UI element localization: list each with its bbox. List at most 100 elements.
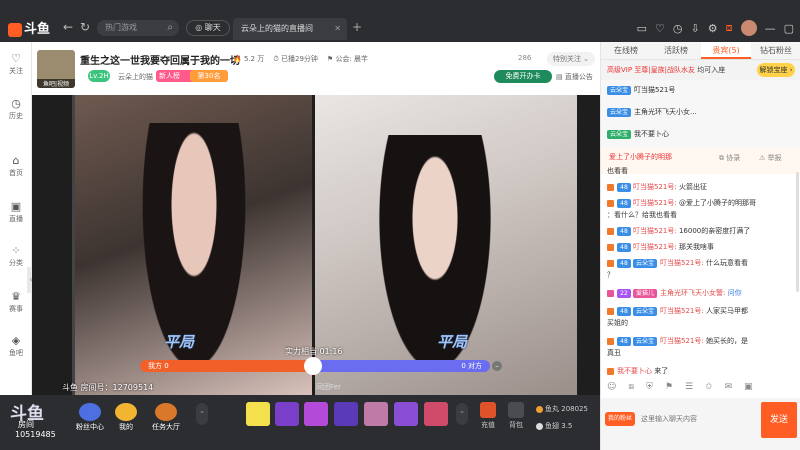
rail-item-category[interactable]: ⁘ 分类: [0, 244, 32, 268]
gift-item[interactable]: [424, 402, 448, 426]
video-player[interactable]: 平局 平局 实力相当 01:16 我方 0 0 对方 – 同团Fer 斗鱼 房间…: [32, 95, 600, 395]
download-icon[interactable]: ⇩: [691, 22, 700, 35]
tab-vip[interactable]: 贵宾(5): [701, 42, 751, 59]
tab-online-rank[interactable]: 在线榜: [601, 42, 651, 59]
report-button[interactable]: ⚠ 举报: [759, 153, 782, 163]
vip-seat-row[interactable]: 云朵宝 叮当猫521号: [607, 85, 675, 95]
message-icon[interactable]: ▭: [637, 22, 647, 35]
streamer-avatar[interactable]: 鱼吧|视频: [37, 50, 75, 88]
streamer-name[interactable]: 云朵上的猫: [118, 72, 153, 82]
pk-opponent-side: 0 对方: [315, 360, 490, 372]
opponent-name[interactable]: 同团Fer: [316, 382, 341, 392]
chat-message: 48 叮当猫521号: 那关我啥事: [607, 242, 791, 253]
home-icon: ⌂: [12, 154, 20, 167]
gift-icon[interactable]: ⧈: [726, 21, 733, 35]
recharge-button[interactable]: 充值: [476, 402, 500, 430]
hot-value: 🔥 5.2 万: [233, 55, 265, 63]
watermark-room-label: 房间: [18, 420, 34, 429]
free-broadcast-button[interactable]: 免费开办卡: [494, 70, 552, 83]
pk-center-icon: [304, 357, 322, 375]
rail-item-live[interactable]: ▣ 直播: [0, 200, 32, 224]
refresh-icon[interactable]: ↻: [80, 20, 90, 34]
right-panel: 在线榜 活跃榜 贵宾(5) 钻石粉丝 高级VIP 至尊|皇族|战队水友 均可入座…: [600, 42, 800, 450]
rail-item-follow[interactable]: ♡ 关注: [0, 52, 32, 76]
gift-scroll-right[interactable]: ⌃: [456, 403, 468, 425]
vip-strip: 高级VIP 至尊|皇族|战队水友 均可入座 解锁宝座 ›: [601, 60, 800, 80]
emoji-icon[interactable]: ☺: [607, 382, 616, 392]
chat-message: 22 爱猫儿 主角光环飞天小女警: 问你: [607, 288, 791, 299]
fishfin-balance: 鱼翅 3.5: [536, 421, 572, 431]
pk-our-side: 我方 0: [140, 360, 315, 372]
watermark-room-number: 10519485: [15, 430, 56, 439]
search-icon[interactable]: ⌕: [167, 20, 173, 36]
context-line: 爱上了小腾子的明那: [609, 153, 672, 161]
send-button[interactable]: 发送: [761, 402, 797, 438]
user-badge-icon: [607, 183, 614, 191]
rail-item-history[interactable]: ◷ 历史: [0, 97, 32, 121]
room-number: 斗鱼 房间号：12709514: [62, 383, 154, 392]
shield-icon[interactable]: ⛨: [646, 382, 653, 392]
app-logo[interactable]: 斗鱼: [8, 18, 50, 37]
vip-seat-row[interactable]: 云朵宝 我不要卜心: [607, 129, 669, 139]
list-icon[interactable]: ☰: [685, 382, 693, 392]
chat-scrollbar[interactable]: [796, 172, 799, 292]
image-icon[interactable]: ▣: [744, 382, 753, 392]
gift-icon[interactable]: ⧈: [628, 382, 634, 392]
pk-minimize-icon[interactable]: –: [492, 361, 502, 371]
rank-position-badge[interactable]: 第30名: [190, 70, 228, 82]
user-badge-icon: [607, 227, 614, 235]
vip-seat-list: 云朵宝 叮当猫521号 云朵宝 主角光环飞天小女... 云朵宝 我不要卜心: [601, 80, 800, 148]
user-avatar[interactable]: [740, 20, 757, 36]
settings-icon[interactable]: ⚙: [708, 22, 718, 35]
chat-message-list[interactable]: 爱上了小腾子的明那 ⧉ 协录 ⚠ 举报 也看看 48 叮当猫521号: 火箭出征 …: [601, 148, 800, 416]
rail-item-events[interactable]: ♛ 赛事: [0, 290, 32, 314]
search-input[interactable]: 热门游戏 ⌕: [97, 20, 179, 36]
broadcast-duration: ⏱ 已播29分钟: [273, 55, 318, 63]
chat-toolbar: ☺ ⧈ ⛨ ⚑ ☰ ✩ ✉ ▣: [601, 380, 800, 394]
opponent-streamer-image: [370, 135, 500, 395]
vip-seat-row[interactable]: 云朵宝 主角光环飞天小女...: [607, 107, 697, 117]
heart-icon[interactable]: ♡: [655, 22, 665, 35]
fishfin-icon: [536, 422, 543, 430]
chat-message: ？: [607, 271, 614, 279]
flag-icon[interactable]: ⚑: [665, 382, 673, 392]
gift-item[interactable]: [394, 402, 418, 426]
tab-diamond-fans[interactable]: 钻石粉丝: [751, 42, 800, 59]
tab-active-rank[interactable]: 活跃榜: [651, 42, 701, 59]
backpack-button[interactable]: 背包: [504, 402, 528, 430]
rail-item-home[interactable]: ⌂ 首页: [0, 154, 32, 178]
fan-center-button[interactable]: 粉丝中心: [72, 403, 108, 432]
gift-item[interactable]: [364, 402, 388, 426]
chat-button[interactable]: ◎ 聊天: [186, 20, 230, 36]
history-icon[interactable]: ◷: [673, 22, 683, 35]
draw-label-right: 平局: [437, 333, 468, 351]
mail-icon[interactable]: ✉: [725, 382, 733, 392]
fan-badge-button[interactable]: 我的粉丝: [605, 412, 635, 426]
gift-item[interactable]: [334, 402, 358, 426]
announcement-link[interactable]: ▤ 直播公告: [556, 72, 593, 82]
new-tab-icon[interactable]: +: [352, 20, 362, 34]
minimize-icon[interactable]: —: [765, 22, 776, 35]
gift-item[interactable]: [246, 402, 270, 426]
gift-item[interactable]: [275, 402, 299, 426]
user-badge-icon: [607, 243, 614, 251]
rail-item-fishbar[interactable]: ◈ 鱼吧: [0, 334, 32, 358]
star-icon[interactable]: ✩: [705, 382, 713, 392]
top-bar: 斗鱼 ← ↻ 热门游戏 ⌕ ◎ 聊天 云朵上的猫的直播间 ✕ + ▭ ♡ ◷ ⇩ ⚙…: [0, 0, 800, 42]
task-hall-button[interactable]: 任务大厅: [148, 403, 184, 432]
chat-input[interactable]: [641, 410, 751, 428]
tab-live-room[interactable]: 云朵上的猫的直播间 ✕: [233, 18, 347, 40]
back-icon[interactable]: ←: [63, 20, 73, 34]
gift-item[interactable]: [304, 402, 328, 426]
my-button[interactable]: 我的: [108, 403, 144, 432]
close-tab-icon[interactable]: ✕: [334, 18, 341, 40]
gift-scroll-left[interactable]: ⌃: [196, 403, 208, 425]
follow-button[interactable]: 特别关注 ⌄: [547, 52, 595, 66]
chat-message: ：看什么？给我也看看: [607, 211, 677, 219]
copy-button[interactable]: ⧉ 协录: [719, 153, 740, 163]
chat-message: 真丑: [607, 349, 621, 357]
unlock-seat-button[interactable]: 解锁宝座 ›: [757, 63, 795, 77]
maximize-icon[interactable]: ▢: [784, 22, 794, 35]
chat-input-area: 我的粉丝 发送: [601, 398, 800, 450]
guild-name[interactable]: ⚑ 公会: 晨芊: [327, 54, 368, 64]
